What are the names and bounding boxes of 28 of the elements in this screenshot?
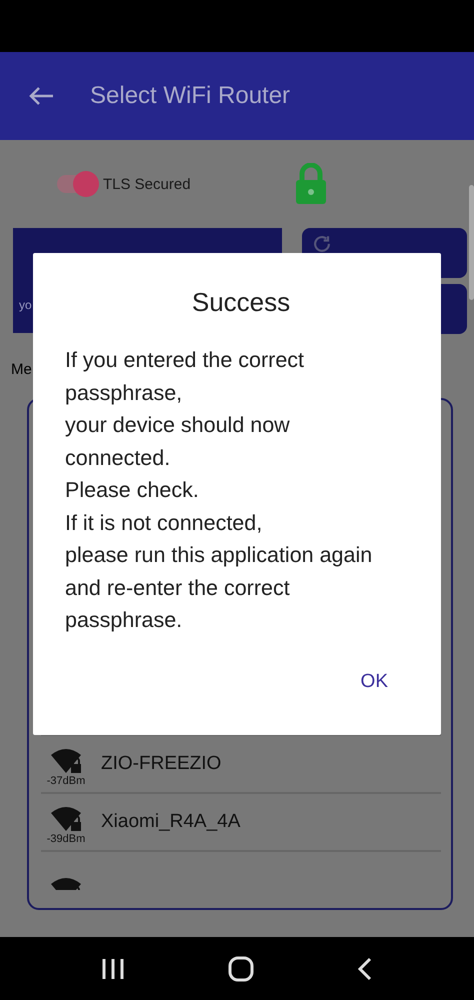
dialog-message-line: If you entered the correct (65, 347, 306, 374)
wifi-lock-icon (49, 876, 83, 890)
toggle-label: TLS Secured (103, 176, 191, 192)
dialog-message-line: connected. (65, 444, 172, 472)
network-name: Xiaomi_R4A_4A (101, 811, 240, 833)
home-icon[interactable] (228, 956, 254, 982)
wifi-lock-icon (49, 747, 83, 775)
dialog-message-line: please run this application again (65, 542, 374, 569)
signal-strength: -37dBm (46, 775, 86, 787)
dialog-message-line: passphrase, (65, 380, 184, 406)
back-icon[interactable] (356, 956, 373, 980)
dialog-message-line: If it is not connected, (65, 510, 264, 536)
dialog-title: Success (192, 287, 290, 318)
dialog-message-line: passphrase. (65, 607, 184, 634)
network-name: ZIO-FREEZIO (101, 753, 222, 775)
wifi-lock-icon (49, 805, 83, 833)
back-arrow-icon[interactable] (28, 86, 54, 106)
dialog-message-line: your device should now (65, 412, 291, 439)
list-heading: Me (11, 361, 32, 378)
ok-button[interactable]: OK (356, 666, 392, 696)
dialog-message-line: and re-enter the correct (65, 574, 291, 602)
lock-icon (294, 163, 327, 205)
screen-title: Select WiFi Router (90, 82, 290, 110)
refresh-icon (314, 235, 330, 252)
signal-strength: -39dBm (46, 833, 86, 845)
recent-apps-icon[interactable] (101, 958, 126, 980)
dialog-message-line: Please check. (65, 477, 200, 504)
network-row[interactable]: -39dBm Xiaomi_R4A_4A (41, 792, 441, 850)
